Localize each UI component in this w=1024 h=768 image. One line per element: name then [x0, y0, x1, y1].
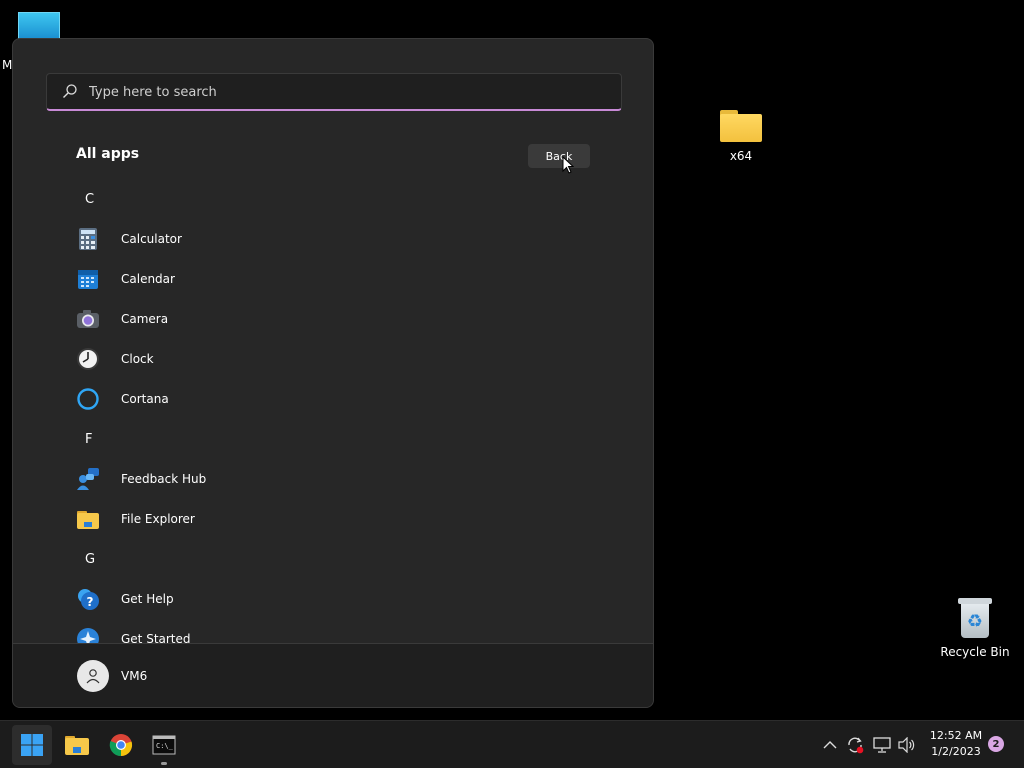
- clock-time: 12:52 AM: [929, 729, 983, 742]
- letter-header-c[interactable]: C: [76, 181, 596, 217]
- app-label: Clock: [121, 352, 154, 366]
- tray-volume-button[interactable]: [897, 733, 917, 757]
- tray-network-button[interactable]: [872, 733, 892, 757]
- app-label: Cortana: [121, 392, 169, 406]
- app-item-calculator[interactable]: Calculator: [76, 221, 596, 257]
- windows-logo-icon: [21, 734, 43, 756]
- get-started-icon: [76, 627, 100, 643]
- feedback-hub-icon: [76, 467, 100, 491]
- desktop-recycle-bin[interactable]: ♻ Recycle Bin: [933, 596, 1017, 659]
- desktop-folder-label: x64: [729, 149, 753, 163]
- desktop-folder-x64[interactable]: x64: [699, 108, 783, 163]
- all-apps-title: All apps: [76, 146, 140, 162]
- letter-header-g[interactable]: G: [76, 541, 596, 577]
- app-label: Feedback Hub: [121, 472, 207, 486]
- cortana-icon: [76, 387, 100, 411]
- app-label: File Explorer: [121, 512, 195, 526]
- user-name[interactable]: VM6: [121, 669, 147, 683]
- desktop-partial-label: M: [2, 58, 13, 72]
- show-hidden-icons-button[interactable]: [820, 733, 840, 757]
- file-explorer-icon: [65, 736, 89, 755]
- app-item-get-started[interactable]: Get Started: [76, 621, 596, 643]
- mouse-cursor-icon: [562, 156, 574, 174]
- recycle-bin-icon: ♻: [958, 596, 992, 638]
- search-box[interactable]: [46, 73, 622, 111]
- sync-error-icon: [848, 737, 864, 754]
- app-list: C Calculator Calendar Camera Clock Corta…: [13, 179, 653, 643]
- taskbar-terminal[interactable]: C:\_: [144, 725, 184, 765]
- network-icon: [873, 737, 891, 753]
- app-item-clock[interactable]: Clock: [76, 341, 596, 377]
- user-icon: [86, 669, 100, 684]
- folder-icon: [720, 108, 762, 142]
- running-indicator: [161, 762, 167, 765]
- chevron-up-icon: [823, 741, 837, 749]
- desktop-partial-icon[interactable]: [18, 12, 60, 40]
- calendar-icon: [76, 267, 100, 291]
- app-item-file-explorer[interactable]: File Explorer: [76, 501, 596, 537]
- app-label: Calculator: [121, 232, 182, 246]
- clock-date: 1/2/2023: [931, 745, 981, 758]
- app-item-calendar[interactable]: Calendar: [76, 261, 596, 297]
- back-button[interactable]: Back: [528, 144, 590, 168]
- svg-text:?: ?: [87, 595, 94, 609]
- start-button[interactable]: [12, 725, 52, 765]
- app-label: Get Started: [121, 632, 191, 643]
- camera-icon: [76, 307, 100, 331]
- app-label: Calendar: [121, 272, 175, 286]
- start-menu: All apps Back C Calculator Calendar Came…: [12, 38, 654, 708]
- app-item-cortana[interactable]: Cortana: [76, 381, 596, 417]
- taskbar-clock[interactable]: 12:52 AM 1/2/2023: [922, 728, 990, 760]
- app-item-camera[interactable]: Camera: [76, 301, 596, 337]
- app-label: Get Help: [121, 592, 174, 606]
- search-input[interactable]: [89, 80, 589, 104]
- start-footer: VM6: [13, 643, 653, 707]
- app-item-get-help[interactable]: ? Get Help: [76, 581, 596, 617]
- taskbar-chrome[interactable]: [101, 725, 141, 765]
- search-icon: [63, 84, 77, 98]
- letter-header-f[interactable]: F: [76, 421, 596, 457]
- taskbar: C:\_ 12:52 AM 1/2/2023: [0, 720, 1024, 768]
- letter-header-text: F: [85, 431, 93, 447]
- tray-sync-button[interactable]: [845, 733, 865, 757]
- terminal-icon: C:\_: [152, 735, 176, 755]
- file-explorer-icon: [76, 507, 100, 531]
- recycle-bin-label: Recycle Bin: [940, 645, 1010, 659]
- user-avatar[interactable]: [77, 660, 109, 692]
- letter-header-text: C: [85, 191, 95, 207]
- letter-header-text: G: [85, 551, 96, 567]
- chrome-icon: [109, 734, 133, 757]
- app-label: Camera: [121, 312, 169, 326]
- get-help-icon: ?: [76, 587, 100, 611]
- clock-icon: [76, 347, 100, 371]
- volume-icon: [898, 737, 915, 753]
- app-item-feedback-hub[interactable]: Feedback Hub: [76, 461, 596, 497]
- taskbar-file-explorer[interactable]: [57, 725, 97, 765]
- svg-text:C:\_: C:\_: [156, 742, 174, 750]
- calculator-icon: [76, 227, 100, 251]
- notification-badge[interactable]: 2: [988, 736, 1004, 752]
